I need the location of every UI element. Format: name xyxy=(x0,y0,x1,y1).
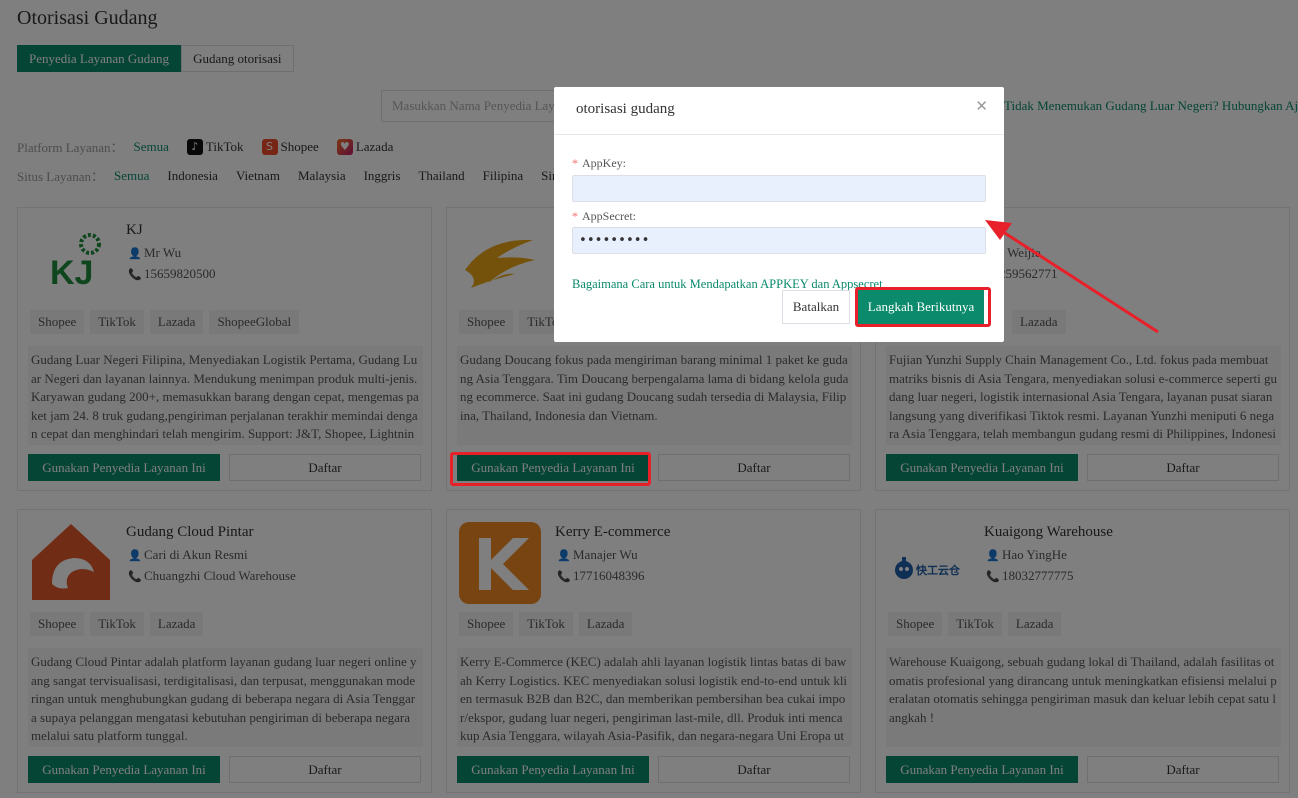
annotation-arrow xyxy=(985,220,1159,334)
